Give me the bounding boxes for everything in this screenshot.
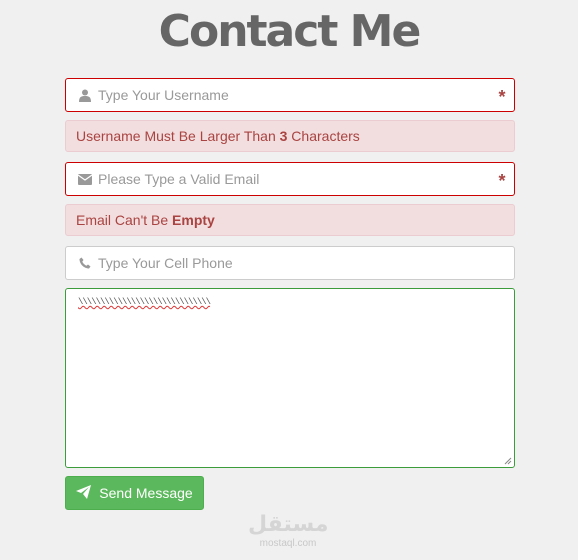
email-field[interactable]: *	[65, 162, 515, 196]
watermark-logo: مستقل	[248, 512, 329, 537]
required-asterisk: *	[498, 86, 506, 107]
username-error-alert: Username Must Be Larger Than 3 Character…	[65, 120, 515, 152]
username-error-prefix: Username Must Be Larger Than	[76, 128, 280, 144]
send-message-label: Send Message	[99, 485, 193, 501]
phone-input[interactable]	[98, 247, 514, 279]
username-input[interactable]	[98, 79, 490, 111]
watermark-url: mostaql.com	[259, 538, 317, 549]
phone-field[interactable]	[65, 246, 515, 280]
username-error-suffix: Characters	[287, 128, 360, 144]
envelope-icon	[66, 163, 98, 195]
watermark: مستقل mostaql.com	[248, 512, 328, 550]
send-message-button[interactable]: Send Message	[65, 476, 204, 510]
user-icon	[66, 79, 98, 111]
username-field[interactable]: *	[65, 78, 515, 112]
message-textarea[interactable]: \\\\\\\\\\\\\\\\\\\\\\\\\\\\\\	[65, 288, 515, 468]
email-error-prefix: Email Can't Be	[76, 212, 173, 228]
resize-handle-icon[interactable]	[504, 457, 512, 465]
required-asterisk: *	[498, 170, 506, 191]
phone-icon	[66, 247, 98, 279]
paper-plane-icon	[76, 484, 92, 502]
page-title: Contact Me	[158, 6, 422, 57]
email-input[interactable]	[98, 163, 490, 195]
email-error-alert: Email Can't Be Empty	[65, 204, 515, 236]
message-text[interactable]: \\\\\\\\\\\\\\\\\\\\\\\\\\\\\\	[78, 297, 502, 307]
email-error-emphasis: Empty	[172, 212, 215, 228]
